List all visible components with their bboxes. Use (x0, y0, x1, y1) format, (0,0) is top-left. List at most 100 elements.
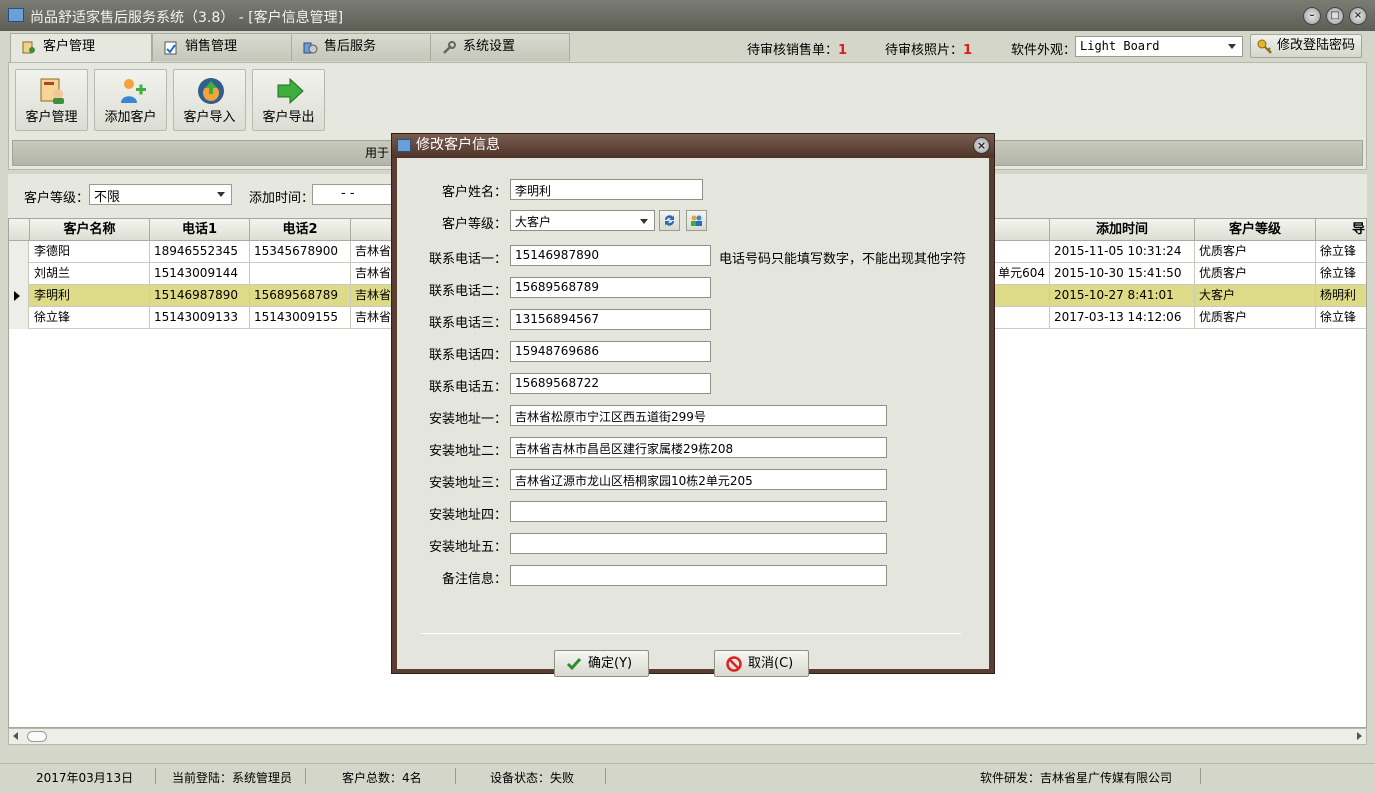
customer-import-button[interactable]: 客户导入 (173, 69, 246, 131)
dialog-close-button[interactable]: × (973, 137, 990, 154)
cell-owner: 徐立锋 (1316, 263, 1366, 285)
manage-levels-button[interactable] (686, 210, 707, 231)
phone2-label: 联系电话二： (428, 284, 507, 299)
chevron-down-icon (217, 192, 225, 197)
cell-phone1: 15146987890 (150, 285, 250, 307)
chevron-down-icon (640, 219, 648, 224)
minimize-button[interactable]: – (1303, 7, 1321, 25)
refresh-icon (664, 215, 675, 226)
dialog-title: 修改客户信息 (416, 137, 500, 153)
phone4-input[interactable]: 15948769686 (510, 341, 711, 362)
column-header-phone2[interactable]: 电话2 (250, 219, 351, 241)
pending-photos-label: 待审核照片： (885, 43, 964, 58)
close-window-button[interactable]: × (1349, 7, 1367, 25)
customer-export-label: 客户导出 (262, 110, 315, 125)
name-input[interactable]: 李明利 (510, 179, 703, 200)
customer-manage-label: 客户管理 (25, 110, 78, 125)
maximize-button[interactable]: □ (1326, 7, 1344, 25)
time-filter-label: 添加时间： (249, 191, 315, 206)
change-password-button[interactable]: 修改登陆密码 (1250, 34, 1362, 58)
pending-sales[interactable]: 待审核销售单：1 (747, 39, 847, 58)
scrollbar-thumb[interactable] (27, 731, 47, 742)
customer-export-button[interactable]: 客户导出 (252, 69, 325, 131)
cell-level: 大客户 (1195, 285, 1316, 307)
phone-hint: 电话号码只能填写数字，不能出现其他字符 (719, 252, 967, 267)
phone1-input[interactable]: 15146987890 (510, 245, 711, 266)
note-input[interactable] (510, 565, 887, 586)
tab-system-settings[interactable]: 系统设置 (430, 33, 570, 61)
customer-import-label: 客户导入 (183, 110, 236, 125)
row-indicator (9, 263, 29, 285)
level-filter-select[interactable]: 不限 (89, 184, 232, 205)
skin-label: 软件外观： (1011, 43, 1077, 58)
phone3-input[interactable]: 13156894567 (510, 309, 711, 330)
tab-after-sales[interactable]: 售后服务 (291, 33, 431, 61)
pending-photos[interactable]: 待审核照片：1 (885, 39, 972, 58)
cell-level: 优质客户 (1195, 307, 1316, 329)
settings-icon (443, 41, 456, 54)
cell-phone1: 15143009144 (150, 263, 250, 285)
add-customer-label: 添加客户 (104, 110, 157, 125)
address1-input[interactable]: 吉林省松原市宁江区西五道街299号 (510, 405, 887, 426)
cancel-button[interactable]: 取消(C) (714, 650, 809, 677)
time-filter-value: - - (341, 186, 355, 201)
level-label: 客户等级： (441, 217, 507, 232)
column-header-phone1[interactable]: 电话1 (150, 219, 250, 241)
level-select-value: 大客户 (515, 215, 552, 229)
tab-label: 售后服务 (324, 39, 377, 54)
status-divider (455, 768, 456, 784)
status-developer: 软件研发：吉林省星广传媒有限公司 (980, 771, 1173, 785)
dialog-title-bar[interactable]: 修改客户信息 × (392, 134, 994, 158)
status-divider (1200, 768, 1201, 784)
confirm-label: 确定(Y) (588, 656, 633, 671)
column-header-name[interactable]: 客户名称 (30, 219, 150, 241)
chevron-down-icon (1228, 44, 1236, 49)
skin-value: Light Board (1080, 39, 1160, 53)
cell-add-time: 2015-11-05 10:31:24 (1050, 241, 1195, 263)
cell-phone1: 18946552345 (150, 241, 250, 263)
name-label: 客户姓名： (441, 185, 507, 200)
cell-level: 优质客户 (1195, 241, 1316, 263)
change-password-label: 修改登陆密码 (1277, 38, 1356, 53)
cell-name: 徐立锋 (30, 307, 150, 329)
confirm-button[interactable]: 确定(Y) (554, 650, 649, 677)
checkmark-icon (566, 658, 582, 671)
cell-phone2: 15345678900 (250, 241, 351, 263)
cell-phone2 (250, 263, 351, 285)
cell-address-text: 吉林省 (355, 266, 392, 280)
status-login: 当前登陆：系统管理员 (172, 771, 293, 785)
column-header-add-time[interactable]: 添加时间 (1050, 219, 1195, 241)
tab-sales-manage[interactable]: 销售管理 (152, 33, 292, 61)
scroll-right-icon[interactable] (1357, 732, 1362, 740)
cell-level: 优质客户 (1195, 263, 1316, 285)
address3-label: 安装地址三： (428, 476, 507, 491)
phone5-label: 联系电话五： (428, 380, 507, 395)
time-filter-input[interactable]: - - (312, 184, 402, 205)
horizontal-scrollbar[interactable] (8, 728, 1367, 745)
level-select[interactable]: 大客户 (510, 210, 655, 231)
phone5-input[interactable]: 15689568722 (510, 373, 711, 394)
column-header-level[interactable]: 客户等级 (1195, 219, 1316, 241)
tab-label: 客户管理 (43, 39, 96, 54)
address5-input[interactable] (510, 533, 887, 554)
address1-label: 安装地址一： (428, 412, 507, 427)
address4-input[interactable] (510, 501, 887, 522)
address2-input[interactable]: 吉林省吉林市昌邑区建行家属楼29栋208 (510, 437, 887, 458)
status-divider (155, 768, 156, 784)
column-header-owner[interactable]: 导 (1316, 219, 1366, 241)
skin-select[interactable]: Light Board (1075, 36, 1243, 57)
scroll-left-icon[interactable] (13, 732, 18, 740)
add-customer-button[interactable]: 添加客户 (94, 69, 167, 131)
address5-label: 安装地址五： (428, 540, 507, 555)
address3-input[interactable]: 吉林省辽源市龙山区梧桐家园10栋2单元205 (510, 469, 887, 490)
phone2-input[interactable]: 15689568789 (510, 277, 711, 298)
description-text: 用于 (365, 146, 390, 160)
cell-address-text: 吉林省 (355, 244, 392, 258)
cell-owner: 徐立锋 (1316, 241, 1366, 263)
cell-phone2: 15689568789 (250, 285, 351, 307)
import-icon (198, 78, 224, 104)
customer-manage-button[interactable]: 客户管理 (15, 69, 88, 131)
level-filter-value: 不限 (94, 190, 121, 205)
tab-customer-manage[interactable]: 客户管理 (10, 33, 152, 62)
refresh-level-button[interactable] (659, 210, 680, 231)
